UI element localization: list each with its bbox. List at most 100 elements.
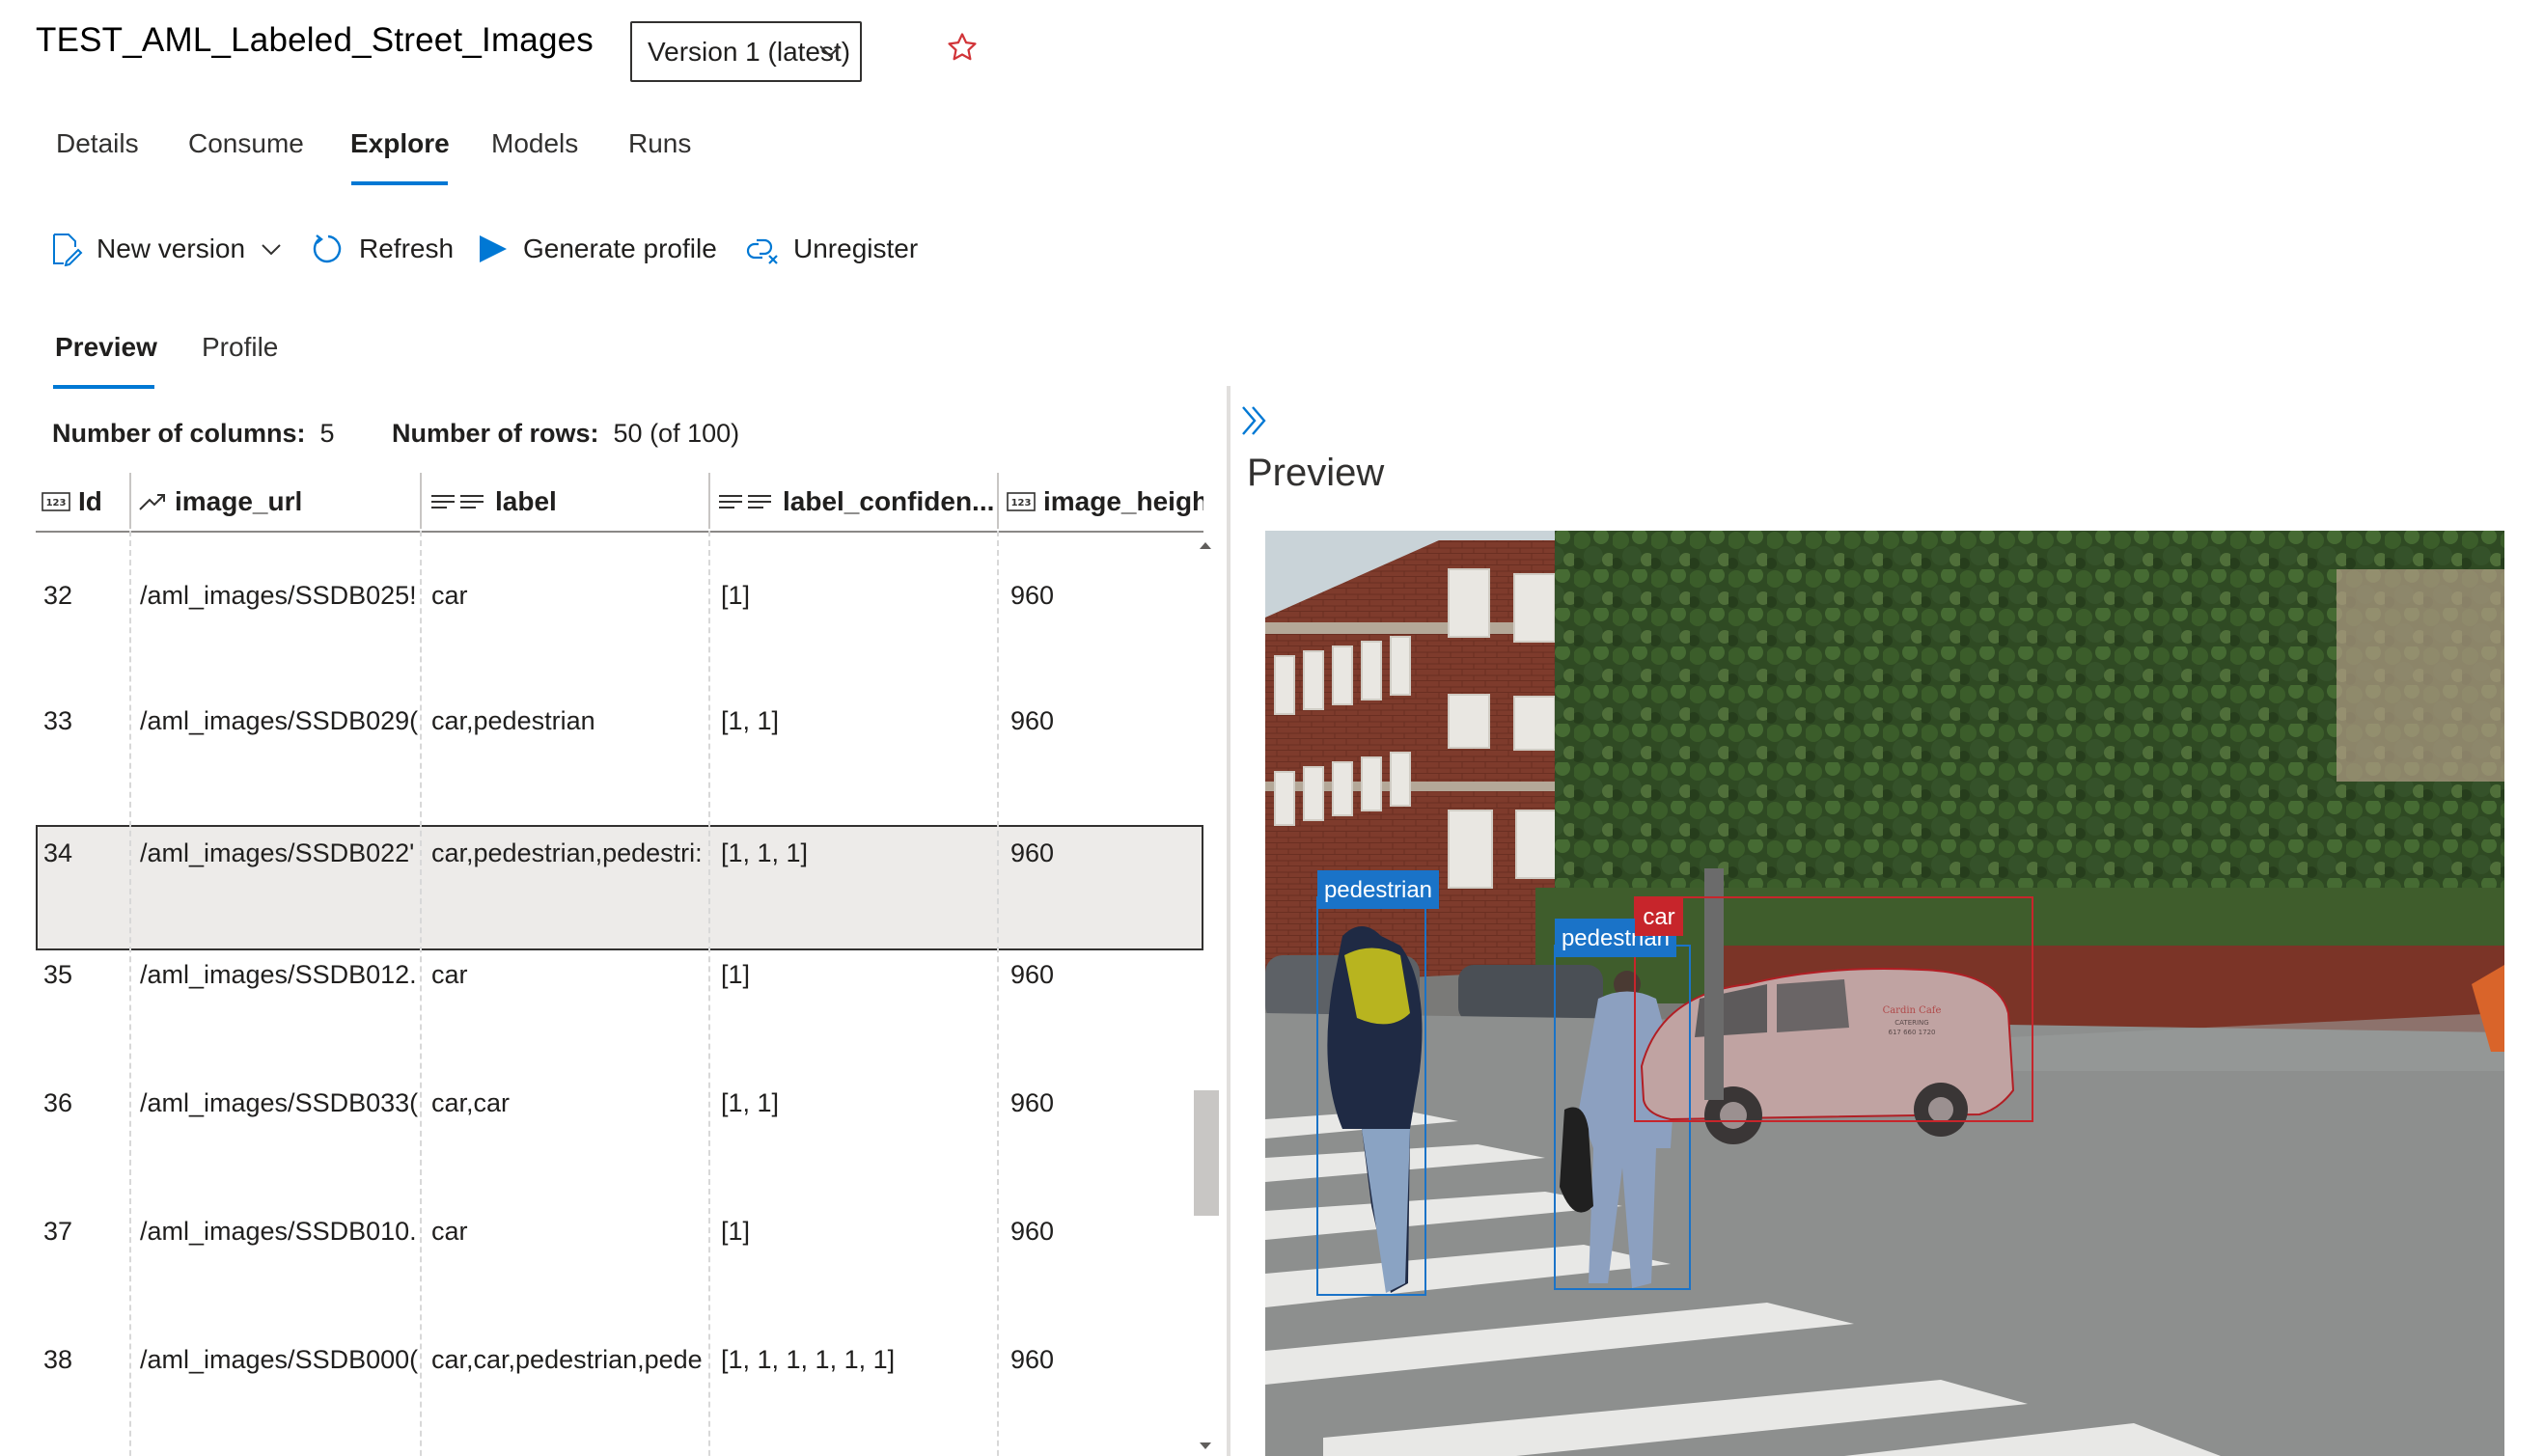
double-chevron-right-icon[interactable]: [1235, 401, 1274, 440]
van-text: Cardin Cafe: [1883, 1005, 1942, 1016]
cell-id: 32: [43, 581, 73, 610]
cell-image-height: 960: [1010, 1217, 1055, 1246]
column-header-image-height[interactable]: 123 image_heigh: [1007, 473, 1203, 531]
cell-label-confidence: [1, 1]: [721, 706, 780, 735]
column-header-label: Id: [78, 486, 102, 516]
new-version-button[interactable]: New version: [50, 228, 284, 270]
play-icon: [480, 235, 507, 262]
cell-label-confidence: [1]: [721, 1217, 751, 1246]
table-row[interactable]: 36 /aml_images/SSDB033( car,car [1, 1] 9…: [36, 1079, 1203, 1204]
scroll-down-icon[interactable]: [1199, 1442, 1212, 1451]
street-scene-image: Cardin Cafe CATERING 617 660 1720 pedest…: [1265, 531, 2504, 1456]
svg-text:123: 123: [1011, 498, 1032, 508]
cell-id: 37: [43, 1217, 73, 1246]
cell-label: car,pedestrian,pedestri:: [431, 838, 703, 867]
numeric-type-icon: 123: [41, 492, 70, 511]
chevron-down-icon: [262, 244, 281, 256]
generate-profile-button[interactable]: Generate profile: [477, 228, 717, 270]
unregister-icon: [746, 238, 778, 264]
cell-id: 34: [43, 838, 73, 867]
table-row[interactable]: 38 /aml_images/SSDB000( car,car,pedestri…: [36, 1335, 1203, 1456]
tab-consume[interactable]: Consume: [188, 128, 304, 159]
preview-title: Preview: [1247, 452, 1385, 494]
column-count-label: Number of columns:: [52, 419, 306, 448]
new-version-label: New version: [97, 234, 246, 263]
scrollbar-thumb[interactable]: [1194, 1090, 1219, 1216]
subtab-preview[interactable]: Preview: [55, 332, 157, 363]
column-header-label: image_heigh: [1043, 486, 1203, 516]
cell-label-confidence: [1, 1, 1]: [721, 838, 809, 867]
dataset-title: TEST_AML_Labeled_Street_Images: [36, 21, 594, 59]
table-row[interactable]: 35 /aml_images/SSDB012. car [1] 960: [36, 950, 1203, 1076]
grid-scrollbar[interactable]: [1194, 533, 1217, 1456]
column-resizer[interactable]: [997, 473, 999, 529]
text-type-icon: [719, 495, 771, 508]
cell-image-height: 960: [1010, 838, 1055, 867]
cell-image-url: /aml_images/SSDB012.: [140, 960, 417, 989]
column-header-id[interactable]: 123 Id: [41, 473, 128, 531]
version-dropdown[interactable]: Version 1 (latest): [630, 21, 862, 82]
scroll-up-icon[interactable]: [1199, 540, 1212, 550]
column-divider: [708, 531, 710, 1456]
column-count-value: 5: [319, 419, 335, 448]
table-row-selected[interactable]: 34 /aml_images/SSDB022' car,pedestrian,p…: [36, 825, 1203, 950]
cell-image-url: /aml_images/SSDB010.: [140, 1217, 417, 1246]
active-tab-indicator: [351, 181, 448, 185]
cell-image-url: /aml_images/SSDB025!: [140, 581, 417, 610]
cell-image-url: /aml_images/SSDB033(: [140, 1088, 418, 1117]
cell-label: car,pedestrian: [431, 706, 595, 735]
cell-id: 33: [43, 706, 73, 735]
cell-image-url: /aml_images/SSDB000(: [140, 1345, 418, 1374]
column-resizer[interactable]: [708, 473, 710, 529]
cell-label-confidence: [1, 1, 1, 1, 1, 1]: [721, 1345, 896, 1374]
cell-image-height: 960: [1010, 1088, 1055, 1117]
tab-models[interactable]: Models: [491, 128, 578, 159]
subtab-profile[interactable]: Profile: [202, 332, 278, 363]
cell-label: car,car,pedestrian,pede: [431, 1345, 703, 1374]
pedestrian-label: pedestrian: [1324, 877, 1432, 903]
tab-explore[interactable]: Explore: [350, 128, 450, 159]
cell-label: car,car: [431, 1088, 511, 1117]
row-count-label: Number of rows:: [392, 419, 599, 448]
car-label: car: [1643, 904, 1674, 930]
column-header-image-url[interactable]: image_url: [138, 473, 447, 531]
van-text: 617 660 1720: [1889, 1029, 1936, 1036]
cell-label-confidence: [1]: [721, 581, 751, 610]
column-header-label-confidence[interactable]: label_confiden...: [717, 473, 1007, 531]
column-header-label: image_url: [175, 486, 303, 516]
dataset-edit-icon: [53, 234, 83, 266]
preview-image: Cardin Cafe CATERING 617 660 1720 pedest…: [1265, 531, 2504, 1456]
cell-image-height: 960: [1010, 581, 1055, 610]
unregister-button[interactable]: Unregister: [743, 228, 918, 270]
text-type-icon: [431, 495, 484, 508]
refresh-button[interactable]: Refresh: [311, 228, 454, 270]
cell-image-url: /aml_images/SSDB029(: [140, 706, 418, 735]
pane-divider[interactable]: [1227, 386, 1231, 1456]
cell-image-height: 960: [1010, 960, 1055, 989]
data-grid: 123 Id image_url label label_confiden...…: [36, 473, 1203, 1456]
active-subtab-indicator: [53, 385, 154, 389]
column-header-label-text: label: [495, 486, 557, 516]
cell-image-height: 960: [1010, 706, 1055, 735]
column-resizer[interactable]: [129, 473, 131, 529]
cell-label-confidence: [1]: [721, 960, 751, 989]
grid-header: 123 Id image_url label label_confiden...…: [36, 473, 1203, 533]
table-row[interactable]: 33 /aml_images/SSDB029( car,pedestrian […: [36, 658, 1203, 783]
table-row[interactable]: 37 /aml_images/SSDB010. car [1] 960: [36, 1207, 1203, 1332]
table-row[interactable]: 32 /aml_images/SSDB025! car [1] 960: [36, 533, 1203, 658]
cell-label-confidence: [1, 1]: [721, 1088, 780, 1117]
tab-runs[interactable]: Runs: [628, 128, 691, 159]
column-count: Number of columns: 5: [52, 419, 335, 449]
column-divider: [129, 531, 131, 1456]
cell-image-url: /aml_images/SSDB022': [140, 838, 415, 867]
star-icon[interactable]: [946, 31, 979, 64]
column-resizer[interactable]: [420, 473, 422, 529]
cell-id: 38: [43, 1345, 73, 1374]
chevron-down-icon: [819, 45, 841, 58]
tab-details[interactable]: Details: [56, 128, 139, 159]
unregister-label: Unregister: [793, 234, 919, 263]
cell-label: car: [431, 960, 468, 989]
column-header-label[interactable]: label: [429, 473, 709, 531]
van-text: CATERING: [1894, 1019, 1928, 1027]
cell-image-height: 960: [1010, 1345, 1055, 1374]
